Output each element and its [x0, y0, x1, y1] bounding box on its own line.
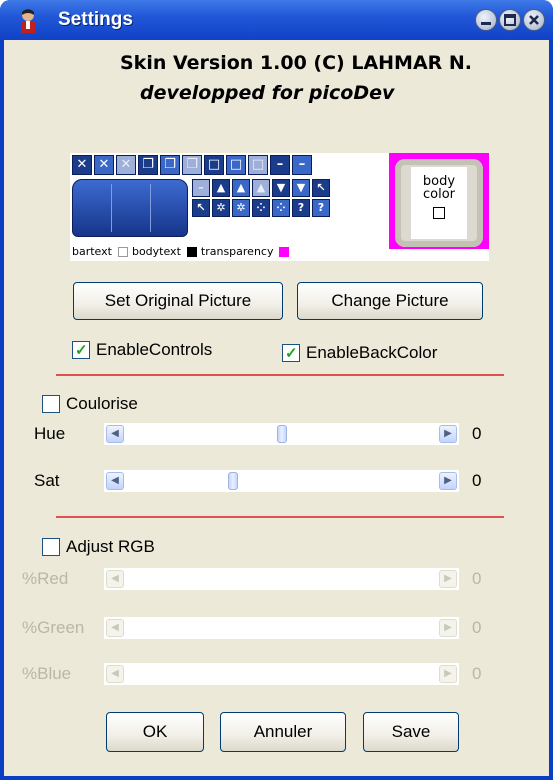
ok-button[interactable]: OK — [106, 712, 204, 752]
enable-controls-option[interactable]: ✓ EnableControls — [72, 340, 212, 360]
adjust-rgb-label: Adjust RGB — [66, 537, 155, 556]
skin-credit-text: developped for picoDev — [140, 82, 395, 104]
coulorise-option[interactable]: Coulorise — [42, 394, 138, 414]
maximize-glyph-icon: □ — [248, 155, 268, 175]
left-arrow-icon[interactable]: ◀ — [106, 619, 124, 637]
sparkle-icon: ✲ — [212, 199, 230, 217]
enable-back-color-checkbox[interactable]: ✓ — [282, 344, 300, 362]
coulorise-label: Coulorise — [66, 394, 138, 413]
maximize-glyph-icon: □ — [204, 155, 224, 175]
red-slider[interactable]: ◀ ▶ — [104, 568, 459, 590]
save-button[interactable]: Save — [363, 712, 459, 752]
dots-icon: ⁘ — [252, 199, 270, 217]
separator-2 — [56, 516, 504, 518]
title-bar[interactable]: Settings — [0, 0, 553, 40]
maximize-icon — [504, 14, 516, 26]
transparency-swatch — [279, 246, 290, 257]
sat-slider[interactable]: ◀ ▶ — [104, 470, 459, 492]
help-icon: ? — [292, 199, 310, 217]
body-color-label-2: color — [422, 187, 455, 202]
skin-preview[interactable]: ✕ ✕ ✕ ❐ ❐ ❐ □ □ □ – – – ▲ ▲ ▲ ▼ ▼ ↖ ↖ ✲ … — [70, 153, 489, 261]
color-legend: bartext bodytext transparency — [72, 245, 290, 258]
legend-bodytext: bodytext — [131, 245, 181, 258]
minimize-icon — [481, 22, 491, 25]
set-original-picture-button[interactable]: Set Original Picture — [73, 282, 283, 320]
hue-slider[interactable]: ◀ ▶ — [104, 423, 459, 445]
left-arrow-icon[interactable]: ◀ — [106, 425, 124, 443]
hue-value: 0 — [472, 424, 482, 443]
coulorise-checkbox[interactable] — [42, 395, 60, 413]
up-arrow-icon: ▲ — [212, 179, 230, 197]
legend-transparency: transparency — [200, 245, 274, 258]
hue-slider-thumb[interactable] — [276, 425, 287, 443]
dots-icon: ⁘ — [272, 199, 290, 217]
red-value: 0 — [472, 569, 482, 588]
minimize-glyph-icon: – — [270, 155, 290, 175]
blank-glyph-icon: – — [192, 179, 210, 197]
restore-glyph-icon: ❐ — [138, 155, 158, 175]
window-title: Settings — [58, 9, 133, 30]
close-glyph-icon: ✕ — [72, 155, 92, 175]
adjust-rgb-option[interactable]: Adjust RGB — [42, 537, 155, 557]
blue-slider[interactable]: ◀ ▶ — [104, 663, 459, 685]
green-slider[interactable]: ◀ ▶ — [104, 617, 459, 639]
hue-label: Hue — [34, 424, 66, 443]
left-arrow-icon[interactable]: ◀ — [106, 472, 124, 490]
close-button[interactable] — [523, 9, 545, 31]
check-icon: ✓ — [75, 342, 88, 359]
separator-1 — [56, 374, 504, 376]
minimize-button[interactable] — [475, 9, 497, 31]
bar-preview — [72, 179, 188, 237]
maximize-glyph-icon: □ — [226, 155, 246, 175]
red-label: %Red — [22, 569, 69, 588]
up-arrow-icon: ▲ — [232, 179, 250, 197]
close-glyph-icon: ✕ — [94, 155, 114, 175]
skin-button-strip: ✕ ✕ ✕ ❐ ❐ ❐ □ □ □ – – — [72, 155, 312, 175]
blue-value: 0 — [472, 664, 482, 683]
sat-label: Sat — [34, 471, 60, 490]
cursor-icon: ↖ — [192, 199, 210, 217]
body-color-swatch — [433, 207, 445, 219]
down-arrow-icon: ▼ — [272, 179, 290, 197]
skin-version-text: Skin Version 1.00 (C) LAHMAR N. — [120, 52, 473, 74]
enable-back-color-label: EnableBackColor — [306, 343, 438, 362]
up-arrow-icon: ▲ — [252, 179, 270, 197]
bartext-swatch — [117, 246, 128, 257]
right-arrow-icon[interactable]: ▶ — [439, 665, 457, 683]
scroll-glyph-strip: – ▲ ▲ ▲ ▼ ▼ ↖ — [192, 179, 330, 197]
green-value: 0 — [472, 618, 482, 637]
tool-glyph-strip: ↖ ✲ ✲ ⁘ ⁘ ? ? — [192, 199, 330, 217]
body-color-preview: body color — [389, 153, 489, 249]
help-icon: ? — [312, 199, 330, 217]
enable-controls-checkbox[interactable]: ✓ — [72, 341, 90, 359]
enable-controls-label: EnableControls — [96, 340, 213, 359]
cursor-icon: ↖ — [312, 179, 330, 197]
right-arrow-icon[interactable]: ▶ — [439, 619, 457, 637]
minimize-glyph-icon: – — [292, 155, 312, 175]
green-label: %Green — [22, 618, 85, 637]
right-arrow-icon[interactable]: ▶ — [439, 425, 457, 443]
check-icon: ✓ — [285, 345, 298, 362]
change-picture-button[interactable]: Change Picture — [297, 282, 483, 320]
legend-bartext: bartext — [72, 245, 112, 258]
sat-value: 0 — [472, 471, 482, 490]
adjust-rgb-checkbox[interactable] — [42, 538, 60, 556]
right-arrow-icon[interactable]: ▶ — [439, 472, 457, 490]
blue-label: %Blue — [22, 664, 72, 683]
close-icon — [529, 15, 539, 25]
restore-glyph-icon: ❐ — [182, 155, 202, 175]
enable-back-color-option[interactable]: ✓ EnableBackColor — [282, 343, 437, 363]
down-arrow-icon: ▼ — [292, 179, 310, 197]
maximize-button[interactable] — [499, 9, 521, 31]
close-glyph-icon: ✕ — [116, 155, 136, 175]
bodytext-swatch — [186, 246, 197, 257]
left-arrow-icon[interactable]: ◀ — [106, 570, 124, 588]
sat-slider-thumb[interactable] — [228, 472, 239, 490]
left-arrow-icon[interactable]: ◀ — [106, 665, 124, 683]
right-arrow-icon[interactable]: ▶ — [439, 570, 457, 588]
restore-glyph-icon: ❐ — [160, 155, 180, 175]
cancel-button[interactable]: Annuler — [220, 712, 346, 752]
app-person-icon — [21, 9, 35, 33]
sparkle-icon: ✲ — [232, 199, 250, 217]
